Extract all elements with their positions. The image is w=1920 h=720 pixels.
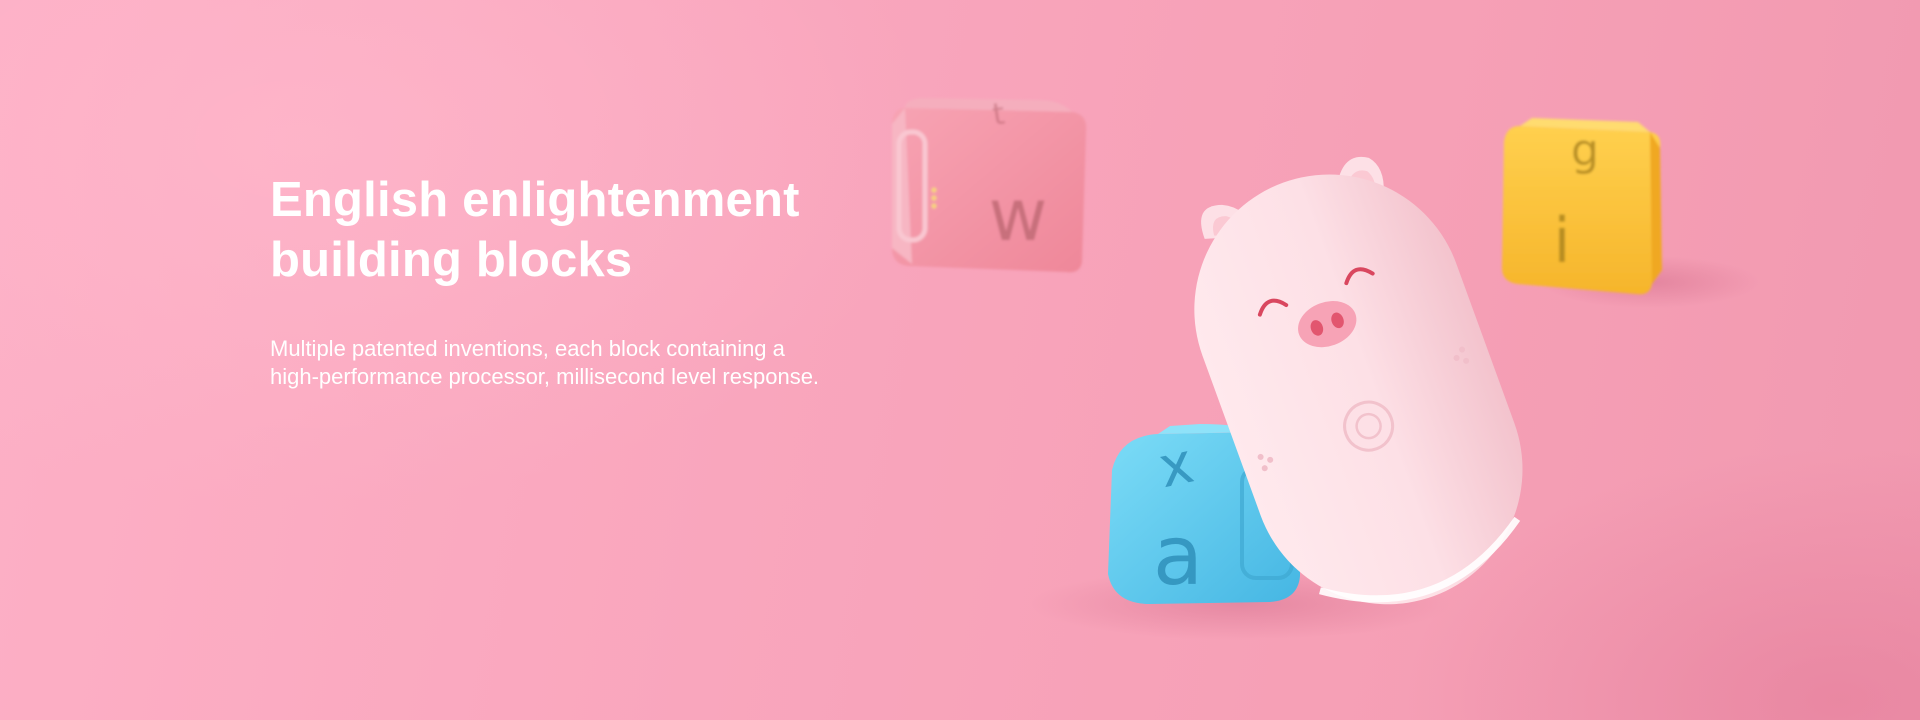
yellow-letter-block: g i xyxy=(1502,118,1662,295)
blue-block-letter-front: a xyxy=(1153,509,1203,604)
yellow-block-letter-top: g xyxy=(1571,125,1599,176)
yellow-block-letter-front: i xyxy=(1553,204,1570,277)
pink-letter-block: w t xyxy=(892,96,1087,273)
product-scene: w t g i x a xyxy=(892,96,1760,640)
hero-banner: English enlightenment building blocks Mu… xyxy=(0,0,1920,720)
pink-block-letter-front: w xyxy=(989,173,1048,257)
